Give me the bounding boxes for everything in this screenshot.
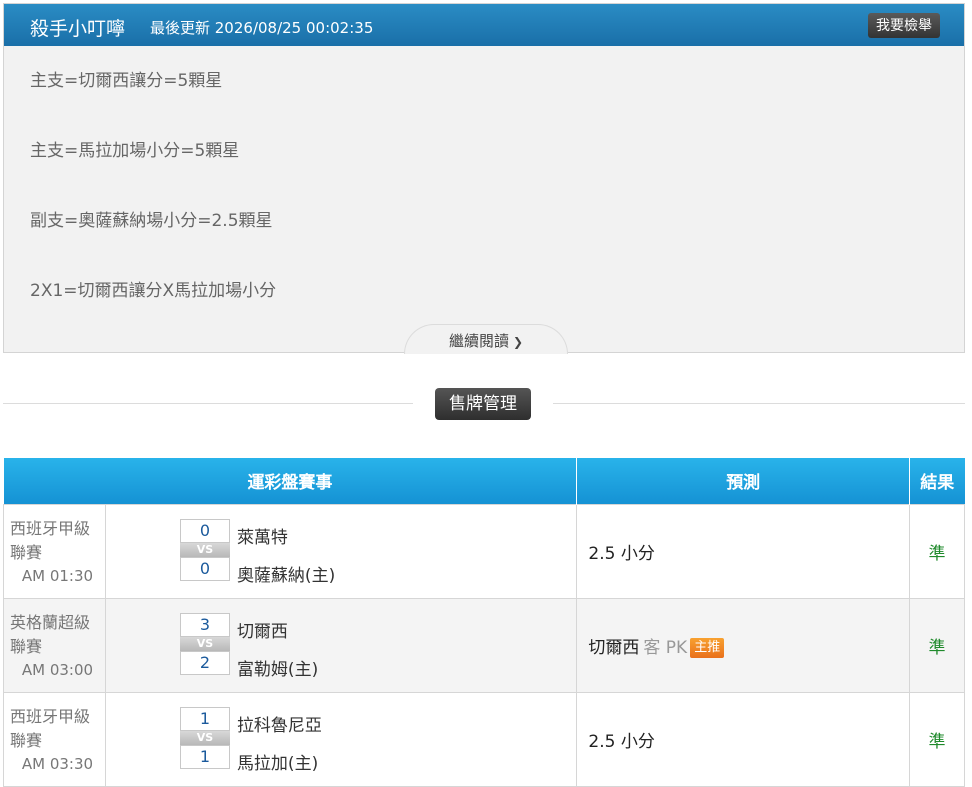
away-team: 拉科魯尼亞 — [236, 715, 322, 736]
away-team: 切爾西 — [236, 621, 288, 642]
scorebox: 3 VS 2 — [179, 612, 230, 675]
panel-title: 殺手小叮嚀 — [30, 18, 126, 40]
away-team: 萊萬特 — [236, 527, 288, 548]
match-time: AM 03:30 — [21, 755, 94, 773]
tip-line: 主支=馬拉加場小分=5顆星 — [30, 141, 240, 161]
match-cell: 3 VS 2 切爾西 富勒姆(主) — [104, 597, 578, 693]
match-cell: 0 VS 0 萊萬特 奧薩蘇納(主) — [104, 503, 578, 599]
result-cell: 準 — [909, 597, 965, 693]
league-name: 西班牙甲級聯賽 — [10, 519, 91, 562]
away-score: 0 — [179, 518, 230, 543]
table-row: 西班牙甲級聯賽 AM 01:30 0 VS 0 萊萬特 奧薩蘇納(主) 2.5 … — [3, 503, 965, 599]
divider-right — [553, 403, 965, 404]
read-more-label: 繼續閱讀 — [448, 332, 509, 350]
prediction-text: 切爾西 — [588, 637, 640, 658]
prediction-table: 運彩盤賽事 預測 結果 西班牙甲級聯賽 AM 01:30 0 VS 0 萊萬特 … — [3, 458, 965, 787]
result-cell: 準 — [909, 691, 965, 787]
tip-line: 副支=奧薩蘇納場小分=2.5顆星 — [30, 211, 273, 231]
tip-line: 2X1=切爾西讓分X馬拉加場小分 — [30, 281, 277, 301]
tip-line: 主支=切爾西讓分=5顆星 — [30, 71, 223, 91]
home-score: 2 — [179, 650, 230, 675]
home-team: 富勒姆(主) — [236, 659, 319, 680]
league-cell: 西班牙甲級聯賽 AM 03:30 — [3, 691, 106, 787]
scorebox: 0 VS 0 — [179, 518, 230, 581]
vs-label: VS — [179, 636, 230, 651]
tips-panel: 殺手小叮嚀 最後更新 2026/08/25 00:02:35 我要檢舉 主支=切… — [3, 3, 965, 354]
league-name: 西班牙甲級聯賽 — [10, 707, 91, 750]
sales-management-badge[interactable]: 售牌管理 — [435, 388, 531, 420]
scorebox: 1 VS 1 — [179, 706, 230, 769]
league-cell: 英格蘭超級聯賽 AM 03:00 — [3, 597, 106, 693]
report-button[interactable]: 我要檢舉 — [868, 13, 940, 38]
last-updated: 最後更新 2026/08/25 00:02:35 — [150, 19, 374, 37]
prediction-text: 2.5 小分 — [588, 543, 655, 564]
prediction-extra: 客 PK — [643, 637, 688, 658]
match-time: AM 03:00 — [21, 661, 94, 679]
vs-label: VS — [179, 730, 230, 745]
home-score: 0 — [179, 556, 230, 581]
result-cell: 準 — [909, 503, 965, 599]
prediction-cell: 2.5 小分 — [576, 691, 911, 787]
league-name: 英格蘭超級聯賽 — [10, 613, 91, 656]
vs-label: VS — [179, 542, 230, 557]
header-match: 運彩盤賽事 — [3, 458, 578, 504]
featured-tag: 主推 — [690, 637, 725, 658]
table-row: 英格蘭超級聯賽 AM 03:00 3 VS 2 切爾西 富勒姆(主) 切爾西客 … — [3, 597, 965, 693]
match-cell: 1 VS 1 拉科魯尼亞 馬拉加(主) — [104, 691, 578, 787]
chevron-down-icon: ❯ — [512, 335, 524, 349]
home-team: 奧薩蘇納(主) — [236, 565, 336, 586]
home-score: 1 — [179, 744, 230, 769]
away-score: 1 — [179, 706, 230, 731]
table-row: 西班牙甲級聯賽 AM 03:30 1 VS 1 拉科魯尼亞 馬拉加(主) 2.5… — [3, 691, 965, 787]
prediction-text: 2.5 小分 — [588, 731, 655, 752]
divider-left — [3, 403, 413, 404]
panel-header: 殺手小叮嚀 最後更新 2026/08/25 00:02:35 我要檢舉 — [4, 4, 964, 46]
match-time: AM 01:30 — [21, 567, 94, 585]
league-cell: 西班牙甲級聯賽 AM 01:30 — [3, 503, 106, 599]
prediction-cell: 2.5 小分 — [576, 503, 911, 599]
header-prediction: 預測 — [576, 458, 911, 504]
away-score: 3 — [179, 612, 230, 637]
read-more-button[interactable]: 繼續閱讀 ❯ — [404, 324, 568, 354]
home-team: 馬拉加(主) — [236, 753, 319, 774]
prediction-cell: 切爾西客 PK 主推 — [576, 597, 911, 693]
header-result: 結果 — [909, 458, 965, 504]
